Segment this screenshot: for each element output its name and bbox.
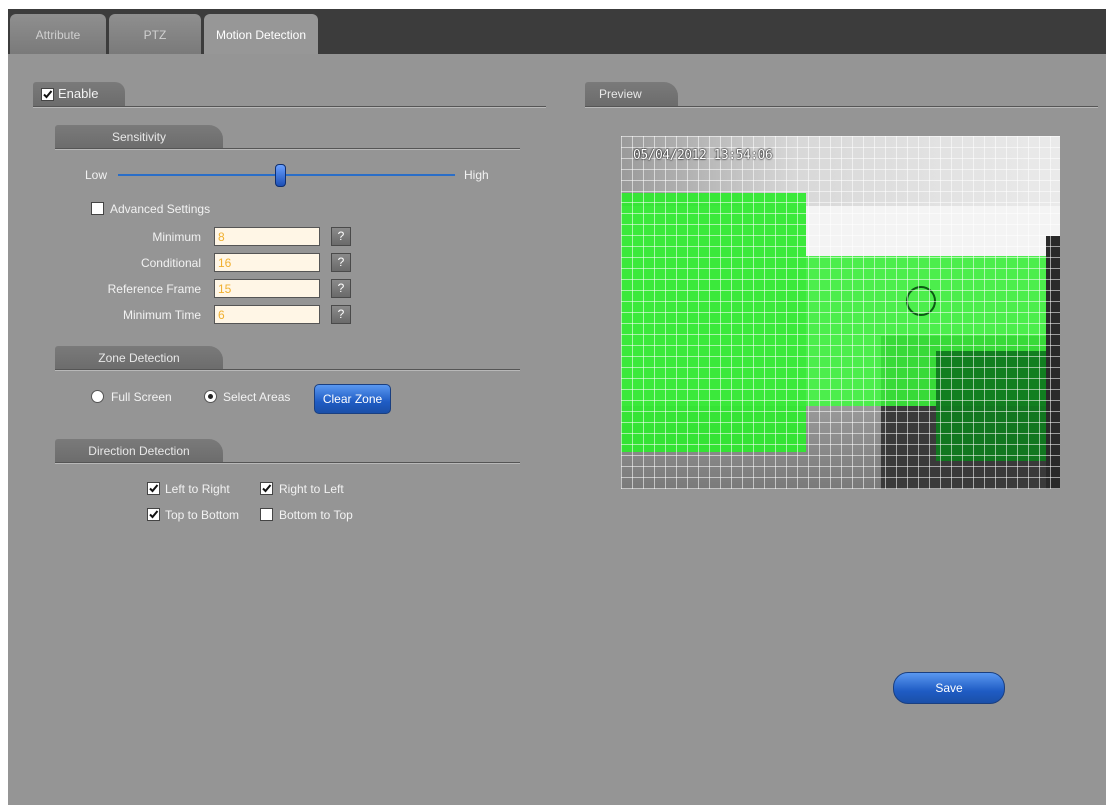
- slider-high-label: High: [464, 168, 489, 182]
- radio-selected-dot: [208, 394, 213, 399]
- check-icon: [149, 510, 159, 519]
- right-to-left-checkbox[interactable]: [260, 482, 273, 495]
- top-to-bottom-label: Top to Bottom: [165, 508, 240, 522]
- bottom-to-top-label: Bottom to Top: [279, 508, 353, 522]
- top-to-bottom-checkbox[interactable]: [147, 508, 160, 521]
- zone-grid[interactable]: [621, 136, 1060, 489]
- direction-detection-title: Direction Detection: [88, 444, 190, 458]
- direction-detection-divider: [55, 462, 520, 464]
- zone-detection-title: Zone Detection: [98, 351, 180, 365]
- enable-checkbox[interactable]: [41, 88, 54, 101]
- select-areas-label: Select Areas: [223, 390, 291, 404]
- zone-detection-divider: [55, 369, 520, 371]
- preview-title: Preview: [599, 87, 642, 101]
- minimum-help-button[interactable]: ?: [331, 227, 351, 246]
- preview-divider: [585, 106, 1098, 108]
- motion-detection-window: Attribute PTZ Motion Detection Enable Se…: [8, 9, 1106, 805]
- tab-ptz[interactable]: PTZ: [109, 14, 201, 54]
- tab-attribute[interactable]: Attribute: [10, 14, 106, 54]
- enable-label: Enable: [58, 86, 99, 101]
- advanced-settings-label: Advanced Settings: [110, 202, 211, 216]
- preview-header: Preview: [585, 82, 678, 106]
- right-to-left-label: Right to Left: [279, 482, 344, 496]
- save-button[interactable]: Save: [893, 672, 1005, 704]
- reference-frame-label: Reference Frame: [107, 282, 201, 296]
- zone-detection-header: Zone Detection: [55, 346, 223, 370]
- conditional-input[interactable]: 16: [214, 253, 320, 272]
- sensitivity-header: Sensitivity: [55, 125, 223, 149]
- check-icon: [43, 90, 53, 99]
- direction-detection-header: Direction Detection: [55, 439, 223, 463]
- minimum-time-help-button[interactable]: ?: [331, 305, 351, 324]
- enable-divider: [33, 106, 546, 108]
- check-icon: [149, 484, 159, 493]
- minimum-time-label: Minimum Time: [122, 308, 201, 322]
- clear-zone-button[interactable]: Clear Zone: [314, 384, 391, 414]
- left-to-right-label: Left to Right: [165, 482, 230, 496]
- reference-frame-help-button[interactable]: ?: [331, 279, 351, 298]
- enable-tab: Enable: [33, 82, 125, 106]
- check-icon: [262, 484, 272, 493]
- conditional-help-button[interactable]: ?: [331, 253, 351, 272]
- full-screen-label: Full Screen: [111, 390, 172, 404]
- minimum-label: Minimum: [152, 230, 201, 244]
- bottom-to-top-checkbox[interactable]: [260, 508, 273, 521]
- tab-motion-detection[interactable]: Motion Detection: [204, 14, 318, 54]
- full-screen-radio[interactable]: [91, 390, 104, 403]
- sensitivity-title: Sensitivity: [111, 130, 167, 144]
- sensitivity-divider: [55, 148, 520, 150]
- timestamp-overlay: 05/04/2012 13:54:06: [633, 148, 773, 163]
- sensitivity-slider-thumb[interactable]: [274, 164, 286, 187]
- conditional-label: Conditional: [140, 256, 201, 270]
- sensitivity-slider-track[interactable]: [118, 174, 455, 176]
- minimum-time-input[interactable]: 6: [214, 305, 320, 324]
- camera-preview[interactable]: 05/04/2012 13:54:06: [621, 136, 1060, 489]
- reference-frame-input[interactable]: 15: [214, 279, 320, 298]
- minimum-input[interactable]: 8: [214, 227, 320, 246]
- select-areas-radio[interactable]: [204, 390, 217, 403]
- left-to-right-checkbox[interactable]: [147, 482, 160, 495]
- top-tab-bar: Attribute PTZ Motion Detection: [8, 9, 1106, 54]
- advanced-settings-checkbox[interactable]: [91, 202, 104, 215]
- slider-low-label: Low: [85, 168, 108, 182]
